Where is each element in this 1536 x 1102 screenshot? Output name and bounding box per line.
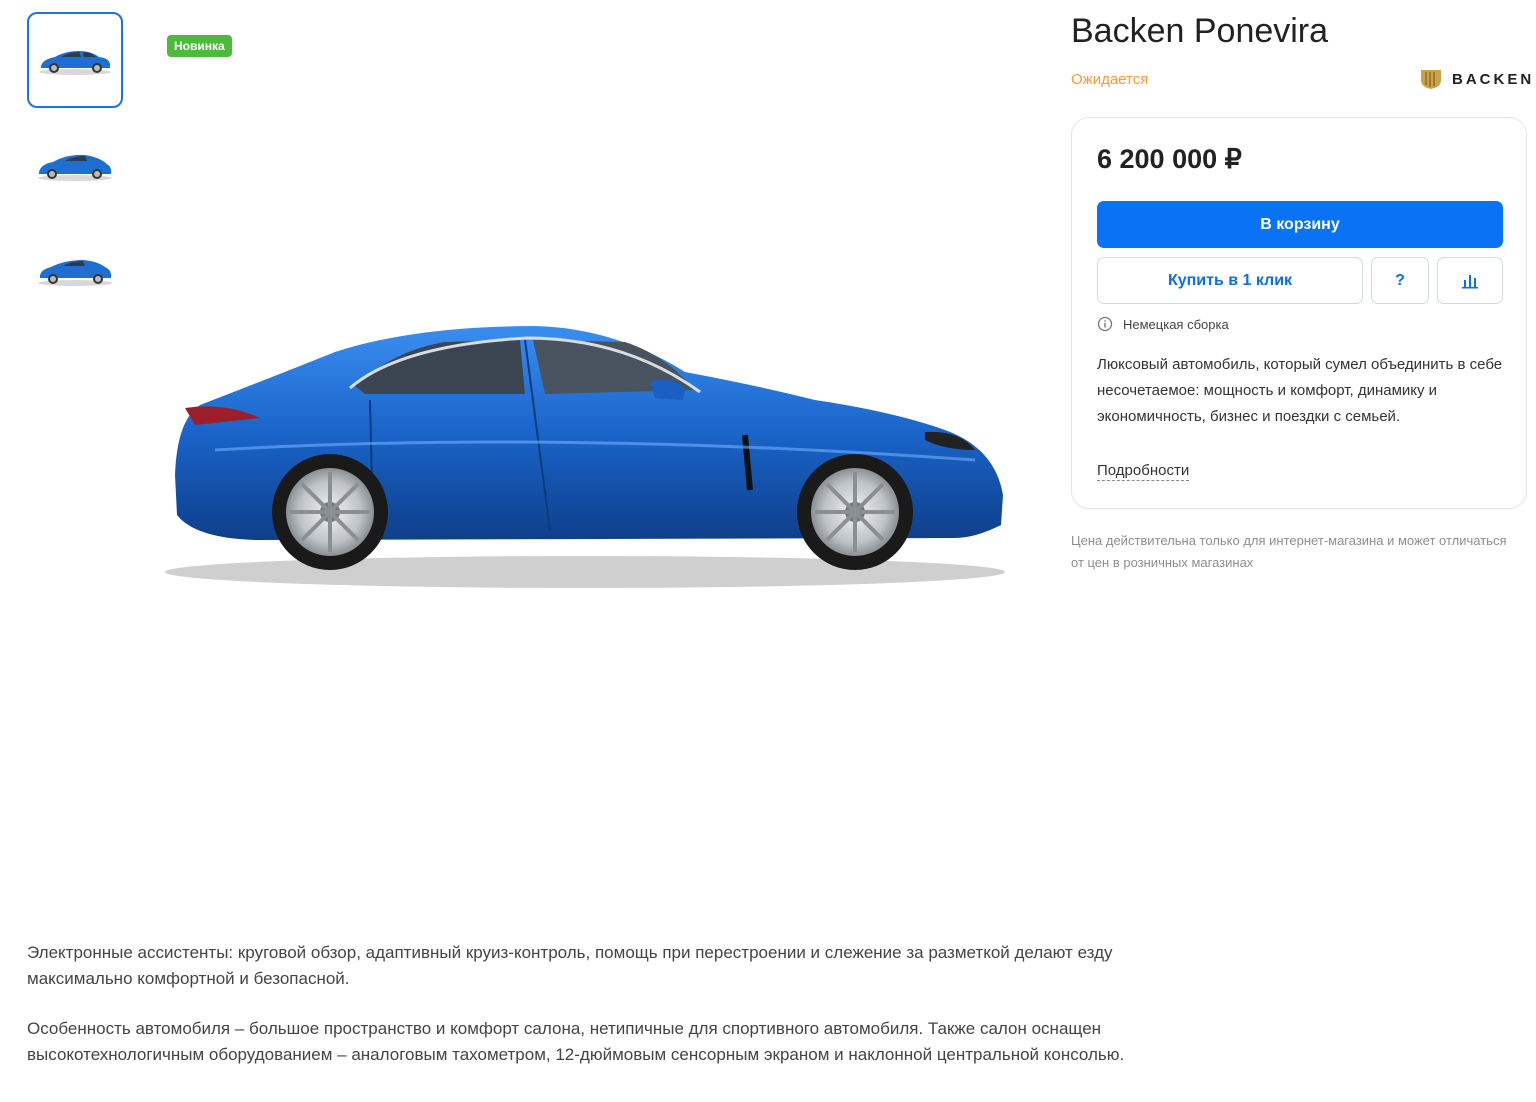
info-icon — [1097, 316, 1113, 332]
price-note: Цена действительна только для интернет-м… — [1071, 533, 1507, 570]
compare-chart-icon — [1462, 274, 1478, 288]
buy-one-click-button[interactable]: Купить в 1 клик — [1097, 257, 1363, 304]
car-thumbnail-icon — [38, 260, 112, 286]
assembly-label: Немецкая сборка — [1123, 316, 1229, 332]
main-car-photo — [165, 326, 1005, 588]
description-paragraph: Особенность автомобиля – большое простра… — [27, 1019, 1125, 1064]
purchase-card: 6 200 000 ₽ В корзину Купить в 1 клик ? … — [1071, 117, 1527, 509]
brand-name: BACKEN — [1452, 70, 1535, 88]
brand-shield-icon — [1421, 70, 1441, 89]
new-badge: Новинка — [167, 35, 232, 57]
compare-button[interactable] — [1437, 257, 1503, 304]
assembly-info: Немецкая сборка — [1097, 316, 1229, 332]
availability-status: Ожидается — [1071, 71, 1149, 88]
thumbnail-3[interactable] — [27, 222, 123, 318]
description-paragraph: Электронные ассистенты: круговой обзор, … — [27, 943, 1113, 988]
full-description: Электронные ассистенты: круговой обзор, … — [27, 940, 1207, 1092]
product-page: Новинка Backen Ponevira Ожидается BACKEN… — [0, 0, 1536, 1102]
add-to-cart-button[interactable]: В корзину — [1097, 201, 1503, 248]
thumbnail-1[interactable] — [27, 12, 123, 108]
product-title: Backen Ponevira — [1071, 12, 1329, 50]
car-thumbnail-icon — [39, 51, 111, 75]
thumbnail-list — [27, 12, 123, 327]
product-price: 6 200 000 ₽ — [1097, 144, 1242, 174]
car-thumbnail-icon — [38, 154, 112, 181]
short-description: Люксовый автомобиль, который сумел объед… — [1097, 356, 1503, 425]
thumbnail-2[interactable] — [27, 117, 123, 213]
ask-question-button[interactable]: ? — [1371, 257, 1429, 304]
brand-logo[interactable]: BACKEN — [1420, 68, 1534, 90]
details-link[interactable]: Подробности — [1097, 462, 1190, 481]
